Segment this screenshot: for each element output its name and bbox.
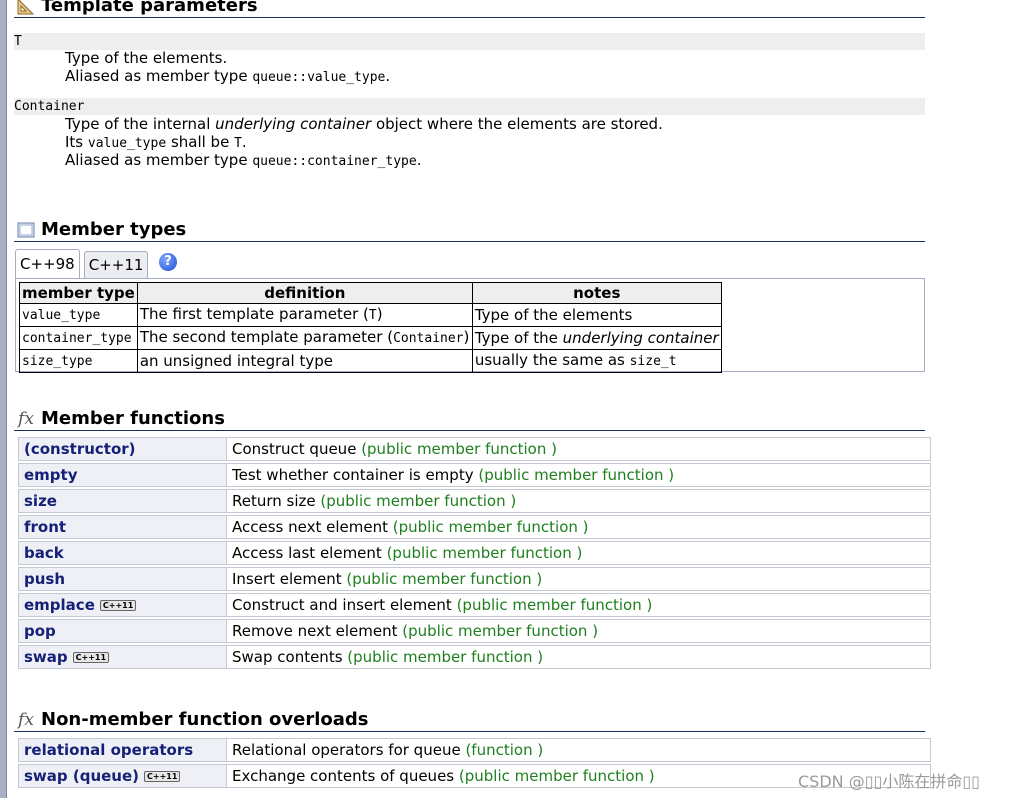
list-item: empty Test whether container is empty (pu… xyxy=(18,463,931,487)
col-member-type: member type xyxy=(19,282,138,304)
function-link-swap[interactable]: swap C++11 xyxy=(18,645,227,669)
function-link-front[interactable]: front xyxy=(18,515,227,539)
function-description: Return size (public member function ) xyxy=(227,489,931,513)
param-name-t: T xyxy=(14,33,925,50)
function-link-empty[interactable]: empty xyxy=(18,463,227,487)
ruler-triangle-icon xyxy=(14,0,38,15)
list-item: push Insert element (public member functi… xyxy=(18,567,931,591)
member-types-table: member type definition notes value_type … xyxy=(19,282,722,373)
section-title-non-member: fx Non-member function overloads xyxy=(14,709,925,732)
list-item: swap C++11 Swap contents (public member fu… xyxy=(18,645,931,669)
watermark: CSDN @▯▯小陈在拼命▯▯ xyxy=(798,772,980,791)
function-description: Construct and insert element (public mem… xyxy=(227,593,931,617)
function-description: Test whether container is empty (public … xyxy=(227,463,931,487)
cpp11-badge-icon: C++11 xyxy=(144,770,181,782)
list-item: (constructor) Construct queue (public mem… xyxy=(18,437,931,461)
member-types-panel: member type definition notes value_type … xyxy=(15,278,925,373)
param-desc-t: Type of the elements. Aliased as member … xyxy=(65,49,391,85)
member-functions-list: (constructor) Construct queue (public mem… xyxy=(18,437,931,671)
section-title-member-types: Member types xyxy=(14,219,925,242)
function-description: Access last element (public member funct… xyxy=(227,541,931,565)
section-title-member-functions: fx Member functions xyxy=(14,408,925,431)
function-description: Swap contents (public member function ) xyxy=(227,645,931,669)
list-item: relational operators Relational operators… xyxy=(18,738,931,762)
help-icon[interactable]: ? xyxy=(159,253,177,271)
version-tabs: C++98 C++11 xyxy=(15,249,152,279)
function-link-relational-operators[interactable]: relational operators xyxy=(18,738,227,762)
function-link-swap-queue[interactable]: swap (queue) C++11 xyxy=(18,764,227,788)
function-link-push[interactable]: push xyxy=(18,567,227,591)
list-item: pop Remove next element (public member fu… xyxy=(18,619,931,643)
tab-cpp11[interactable]: C++11 xyxy=(83,251,149,279)
table-row: container_type The second template param… xyxy=(19,326,722,350)
param-name-container: Container xyxy=(14,98,925,115)
list-item: swap (queue) C++11 Exchange contents of qu… xyxy=(18,764,931,788)
function-link-emplace[interactable]: emplace C++11 xyxy=(18,593,227,617)
list-item: back Access last element (public member f… xyxy=(18,541,931,565)
cpp11-badge-icon: C++11 xyxy=(72,651,110,663)
function-link-pop[interactable]: pop xyxy=(18,619,227,643)
function-icon: fx xyxy=(18,409,34,429)
function-link-constructor[interactable]: (constructor) xyxy=(18,437,227,461)
box-icon xyxy=(14,221,38,239)
list-item: emplace C++11 Construct and insert element… xyxy=(18,593,931,617)
function-description: Relational operators for queue (function… xyxy=(227,738,931,762)
non-member-functions-list: relational operators Relational operators… xyxy=(18,738,931,790)
param-desc-container: Type of the internal underlying containe… xyxy=(65,115,663,169)
col-definition: definition xyxy=(136,282,473,304)
left-border xyxy=(0,0,7,798)
function-icon: fx xyxy=(18,710,34,730)
cpp11-badge-icon: C++11 xyxy=(99,599,137,611)
function-description: Insert element (public member function ) xyxy=(227,567,931,591)
col-notes: notes xyxy=(471,282,722,304)
tab-cpp98[interactable]: C++98 xyxy=(15,249,80,279)
function-description: Remove next element (public member funct… xyxy=(227,619,931,643)
function-link-size[interactable]: size xyxy=(18,489,227,513)
table-header-row: member type definition notes xyxy=(19,282,722,304)
function-description: Construct queue (public member function … xyxy=(227,437,931,461)
table-row: size_type an unsigned integral type usua… xyxy=(19,349,722,373)
list-item: front Access next element (public member … xyxy=(18,515,931,539)
function-link-back[interactable]: back xyxy=(18,541,227,565)
function-description: Access next element (public member funct… xyxy=(227,515,931,539)
section-title-template-parameters: Template parameters xyxy=(14,0,925,18)
table-row: value_type The first template parameter … xyxy=(19,303,722,327)
list-item: size Return size (public member function … xyxy=(18,489,931,513)
